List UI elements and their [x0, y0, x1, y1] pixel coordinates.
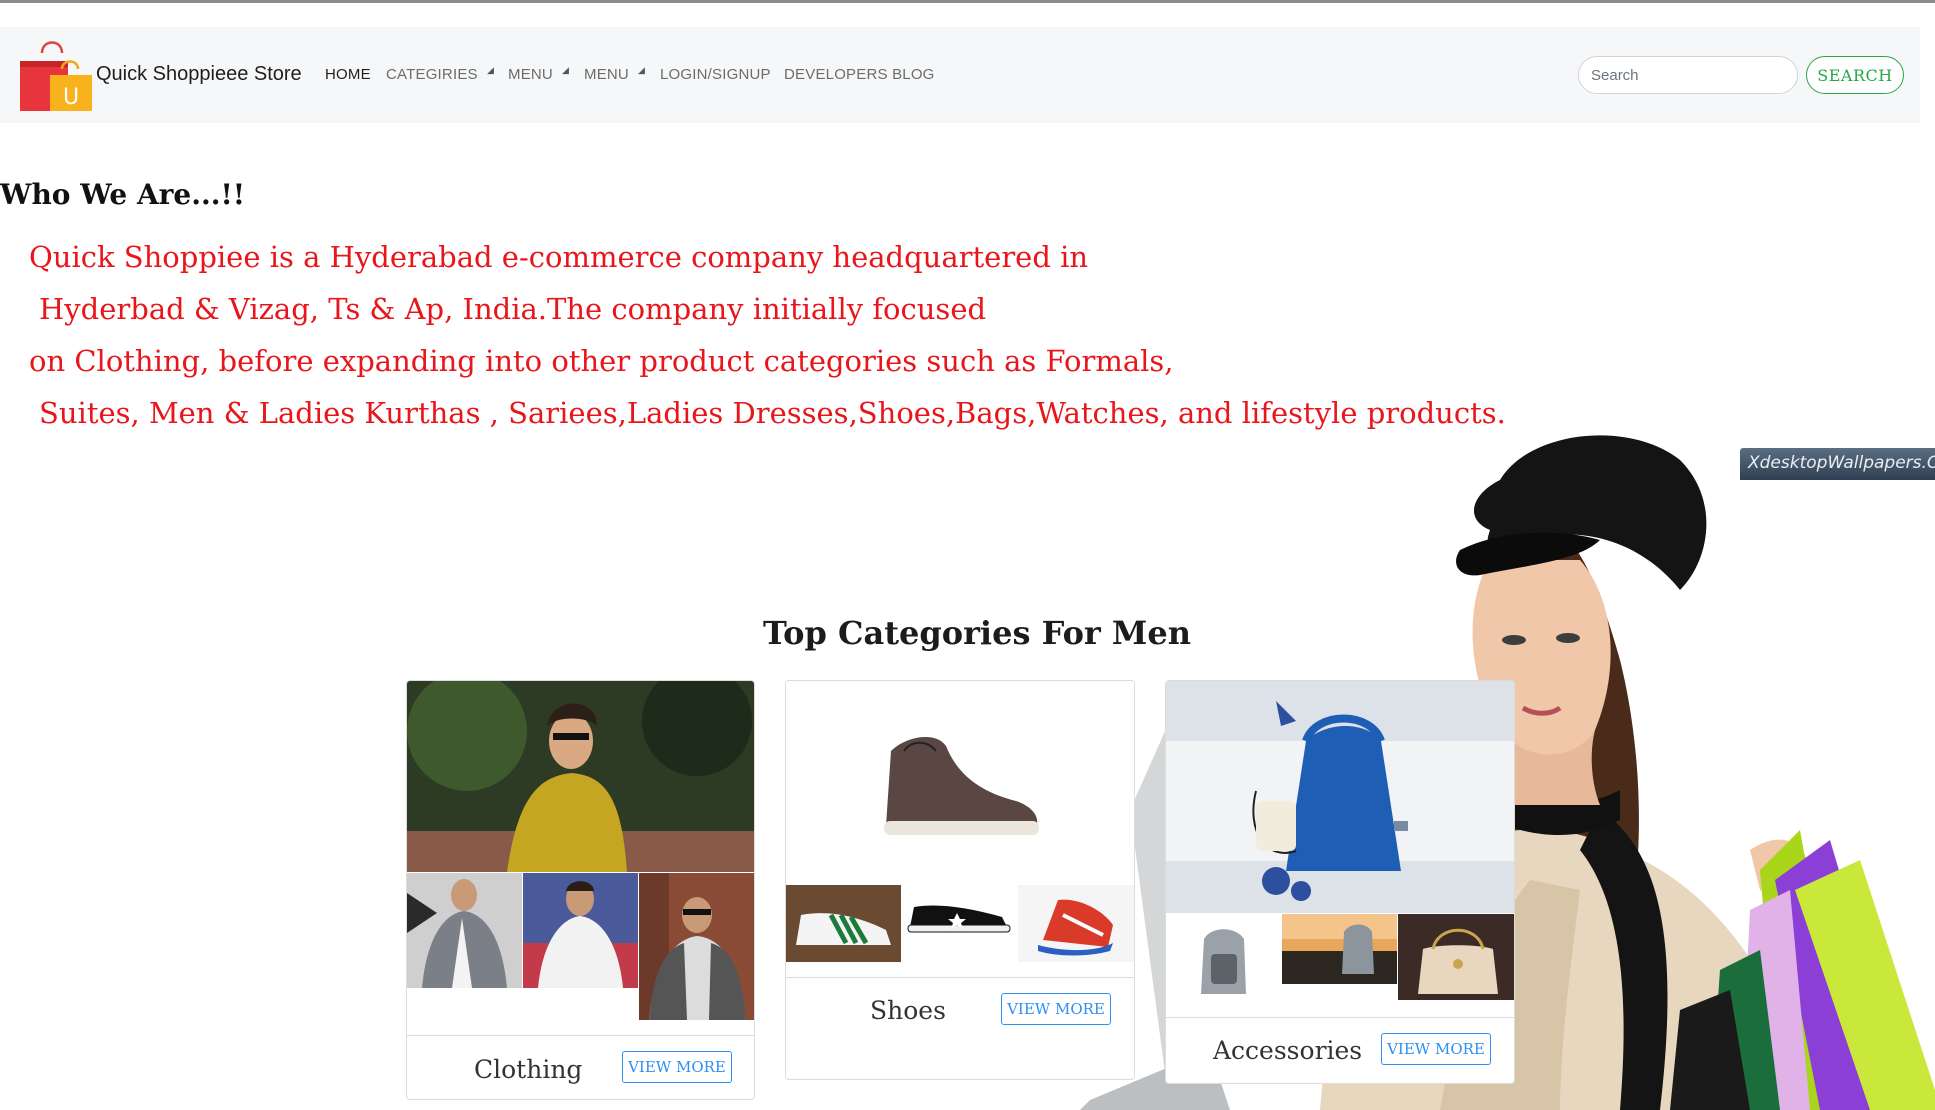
nav-menu-1[interactable]: MENU	[508, 66, 553, 83]
shoes-thumb-1[interactable]	[786, 885, 901, 962]
menu-1-dropdown-caret-icon[interactable]: ◢	[562, 66, 569, 76]
shoes-thumb-3[interactable]	[1018, 885, 1135, 962]
shoes-label: Shoes	[870, 996, 946, 1025]
clothing-card-footer: Clothing VIEW MORE	[407, 1035, 754, 1099]
nav-developers-blog[interactable]: DEVELOPERS BLOG	[784, 66, 935, 83]
category-card-clothing[interactable]: Clothing VIEW MORE	[406, 680, 755, 1100]
search-input[interactable]	[1578, 56, 1798, 94]
accessories-thumb-1[interactable]	[1166, 914, 1281, 1024]
clothing-label: Clothing	[474, 1055, 583, 1084]
categories-dropdown-caret-icon[interactable]: ◢	[487, 66, 494, 76]
logo-letter: U	[63, 85, 79, 110]
accessories-card-footer: Accessories VIEW MORE	[1166, 1017, 1514, 1083]
search-button[interactable]: SEARCH	[1806, 56, 1904, 94]
accessories-main-image[interactable]	[1166, 681, 1515, 913]
clothing-thumb-2[interactable]	[523, 873, 638, 988]
clothing-thumb-1[interactable]	[407, 873, 522, 988]
category-card-shoes[interactable]: Shoes VIEW MORE	[785, 680, 1135, 1080]
navbar: U Quick Shoppieee Store HOME CATEGIRIES …	[0, 27, 1920, 123]
shoes-view-more-button[interactable]: VIEW MORE	[1001, 993, 1111, 1025]
accessories-thumb-3[interactable]	[1398, 914, 1515, 1000]
nav-menu-2[interactable]: MENU	[584, 66, 629, 83]
nav-login-signup[interactable]: LOGIN/SIGNUP	[660, 66, 771, 83]
about-line-4: Suites, Men & Ladies Kurthas , Sariees,L…	[39, 396, 1506, 430]
about-line-1: Quick Shoppiee is a Hyderabad e-commerce…	[29, 240, 1089, 274]
clothing-main-image[interactable]	[407, 681, 755, 872]
about-line-3: on Clothing, before expanding into other…	[29, 344, 1174, 378]
accessories-label: Accessories	[1213, 1036, 1363, 1065]
about-heading: Who We Are...!!	[0, 178, 246, 211]
shoes-card-footer: Shoes VIEW MORE	[786, 977, 1134, 1079]
menu-2-dropdown-caret-icon[interactable]: ◢	[638, 66, 645, 76]
accessories-view-more-button[interactable]: VIEW MORE	[1381, 1033, 1491, 1065]
shopping-bag-logo-icon[interactable]: U	[18, 41, 94, 111]
nav-home[interactable]: HOME	[325, 66, 371, 83]
nav-categories[interactable]: CATEGIRIES	[386, 66, 478, 83]
brand-name[interactable]: Quick Shoppieee Store	[96, 63, 302, 86]
clothing-view-more-button[interactable]: VIEW MORE	[622, 1051, 732, 1083]
shoes-thumb-2[interactable]	[902, 885, 1017, 962]
categories-title: Top Categories For Men	[763, 614, 1191, 652]
category-card-accessories[interactable]: Accessories VIEW MORE	[1165, 680, 1515, 1084]
watermark-banner: XdesktopWallpapers.Com	[1740, 448, 1935, 480]
accessories-thumb-2[interactable]	[1282, 914, 1397, 984]
shoes-main-image[interactable]	[786, 681, 1135, 884]
top-border	[0, 0, 1935, 3]
about-line-2: Hyderbad & Vizag, Ts & Ap, India.The com…	[39, 292, 987, 326]
clothing-thumb-3[interactable]	[639, 873, 755, 1020]
